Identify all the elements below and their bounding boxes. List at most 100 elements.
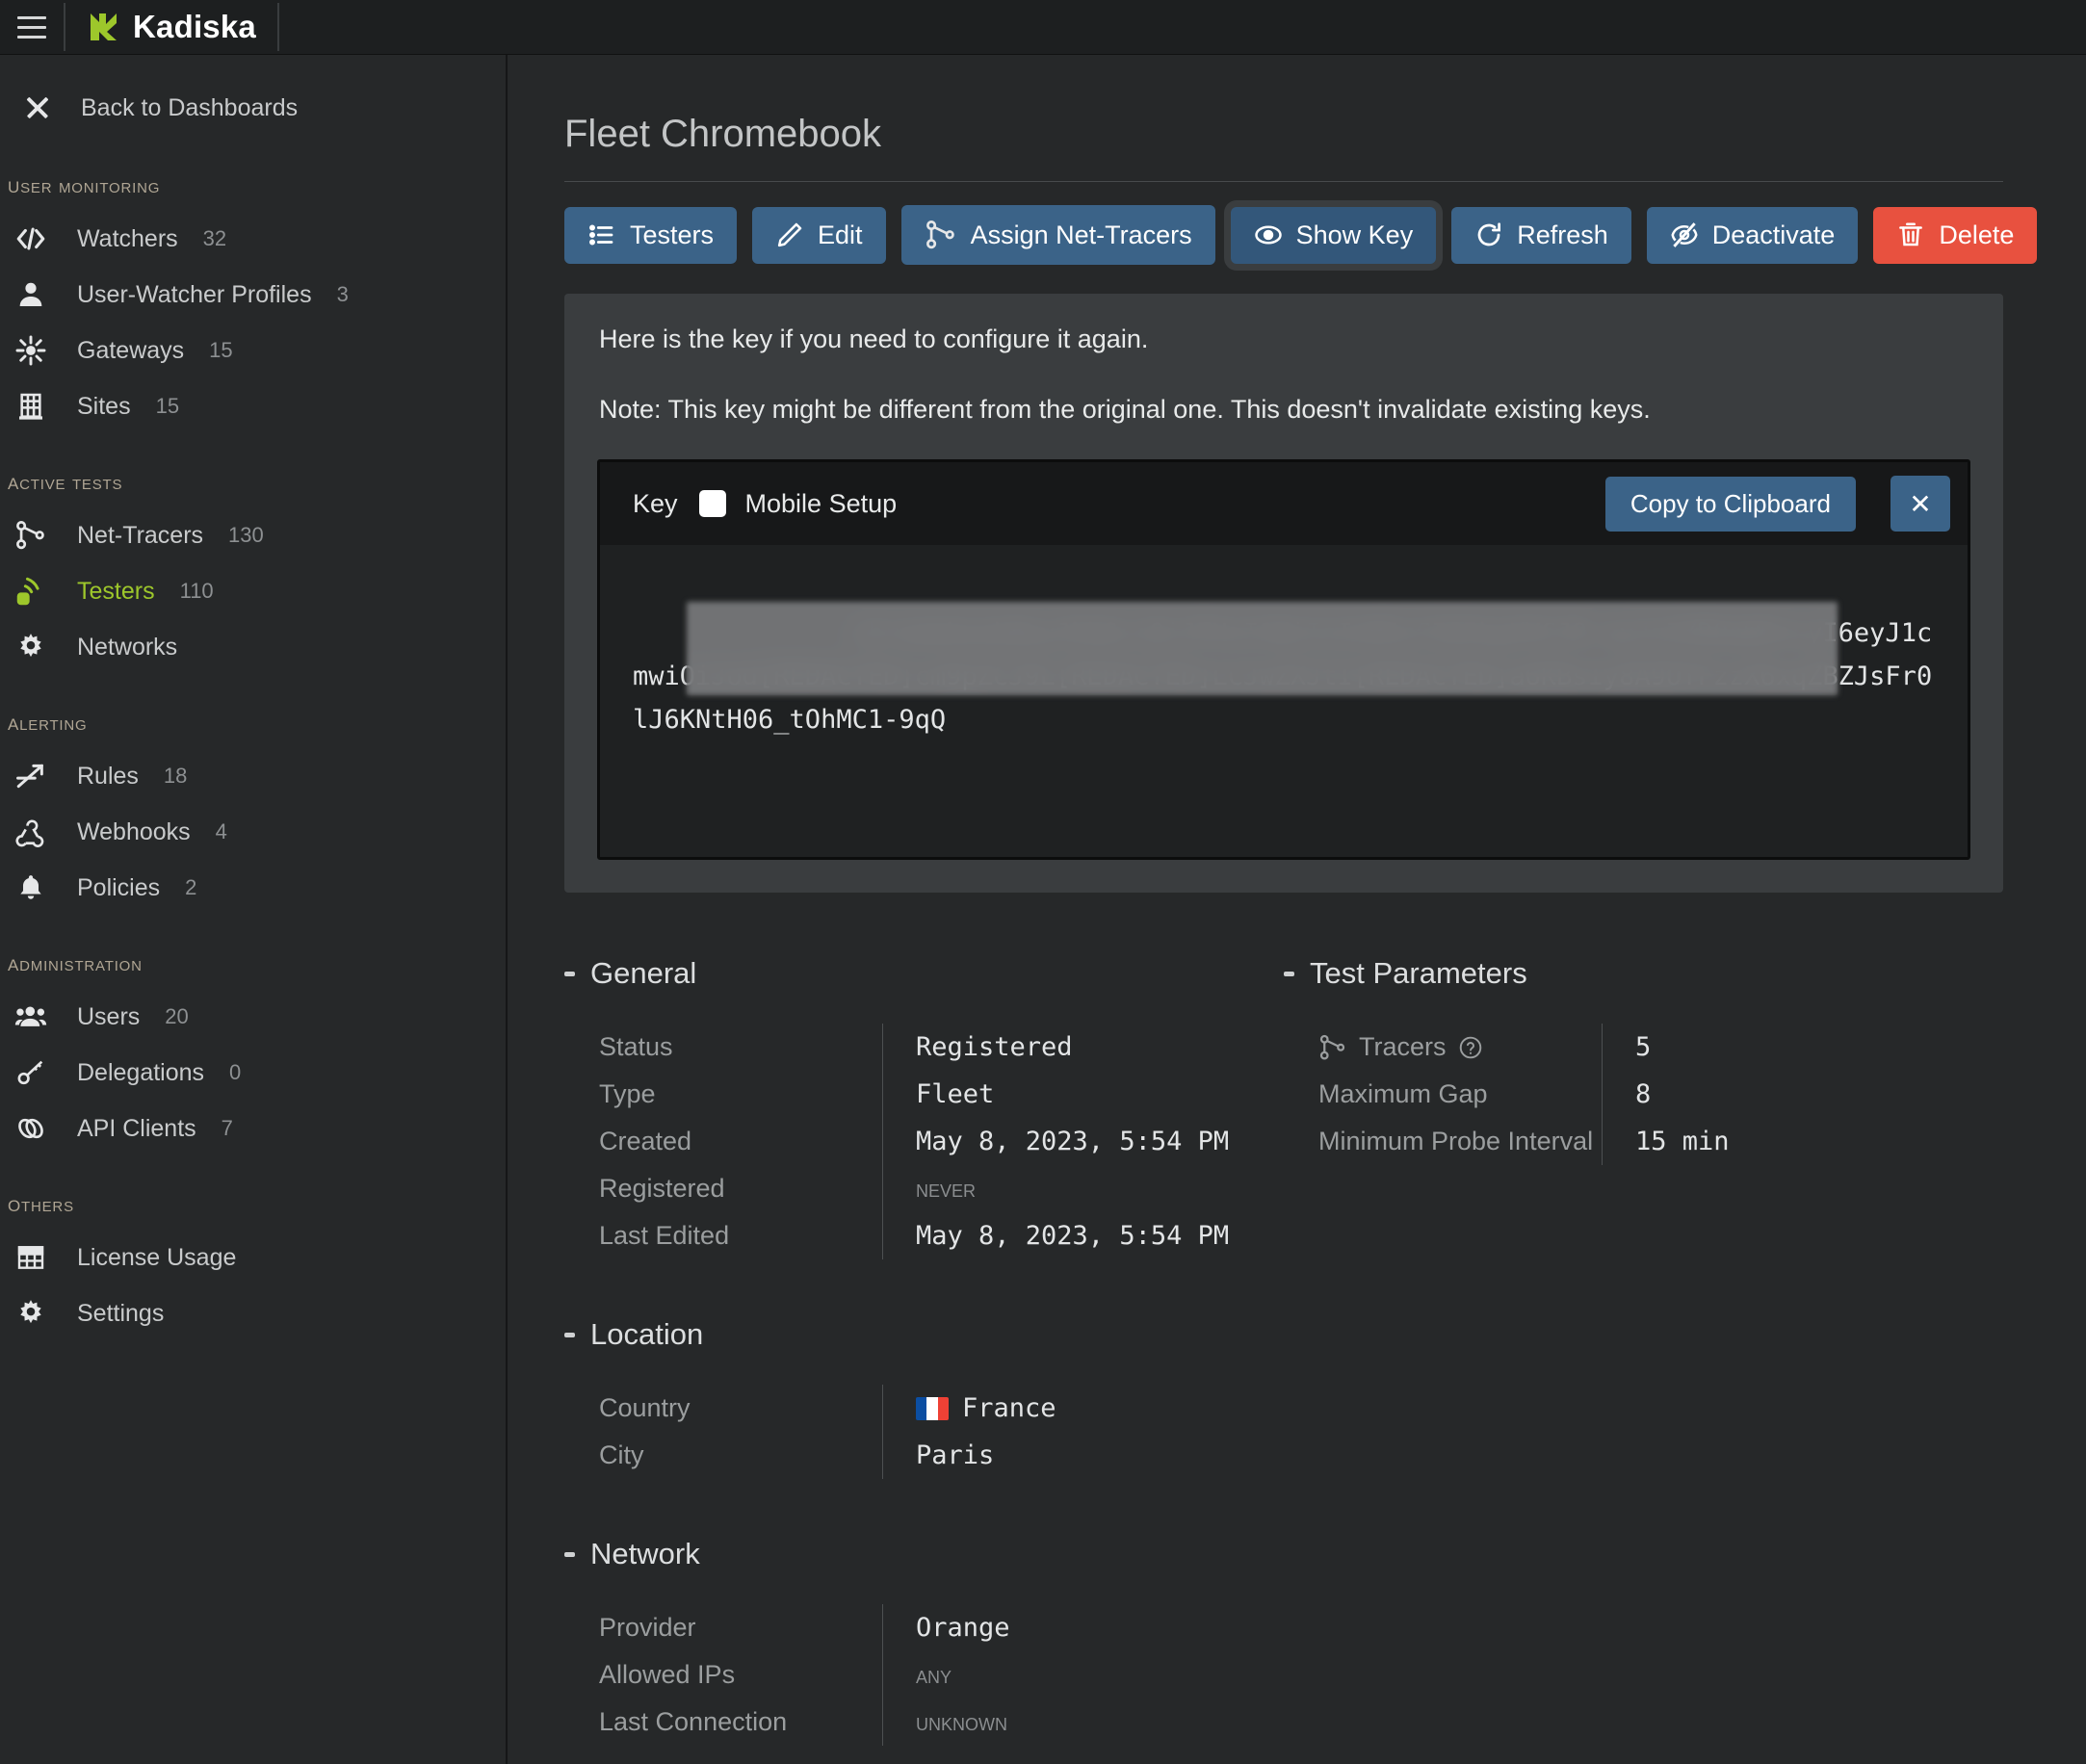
delete-button[interactable]: Delete <box>1873 206 2038 264</box>
sidebar-item-count: 15 <box>155 394 180 418</box>
field-label: Created <box>564 1118 882 1165</box>
webhook-icon <box>10 815 52 849</box>
field-value: Any <box>883 1651 1284 1699</box>
field-value: Orange <box>883 1604 1284 1651</box>
key-value-text[interactable]: chromebook#eyJhbGciOiJFUzI1NiIsInR5cCI6I… <box>600 545 1968 857</box>
collapse-icon[interactable] <box>564 1551 575 1557</box>
button-label: Deactivate <box>1711 220 1836 249</box>
testers-button[interactable]: Testers <box>564 206 738 264</box>
close-key-panel-button[interactable]: ✕ <box>1890 476 1950 532</box>
sidebar-item-label: Delegations <box>77 1058 205 1086</box>
redaction-overlay <box>687 602 1838 695</box>
mobile-setup-toggle[interactable]: Mobile Setup <box>698 488 898 519</box>
key-label: Key <box>633 488 678 518</box>
sidebar-item-users[interactable]: Users 20 <box>0 989 506 1045</box>
hamburger-icon[interactable] <box>0 0 64 55</box>
button-label: Testers <box>630 220 715 249</box>
section-title: Network <box>590 1537 700 1570</box>
sidebar-item-user-watcher-profiles[interactable]: User-Watcher Profiles 3 <box>0 267 506 323</box>
sidebar-item-testers[interactable]: Testers 110 <box>0 563 506 619</box>
field-value-text: Orange <box>916 1613 1010 1643</box>
network-node-icon <box>10 518 52 553</box>
collapse-icon[interactable] <box>564 1332 575 1337</box>
sidebar-item-watchers[interactable]: Watchers 32 <box>0 211 506 267</box>
grid-icon <box>10 1240 52 1275</box>
field-label-text: Allowed IPs <box>599 1660 736 1689</box>
key-panel: Here is the key if you need to configure… <box>564 294 2003 893</box>
sidebar-item-count: 130 <box>228 523 264 547</box>
field-value-text: Registered <box>916 1032 1073 1062</box>
sidebar-nav: User Monitoring Watchers 32 User-Watcher Pr… <box>0 138 506 1341</box>
field-label-text: Last Edited <box>599 1221 730 1250</box>
details-left-column: General Status Registered Type Fleet Created… <box>564 927 1284 1746</box>
refresh-button[interactable]: Refresh <box>1451 206 1631 264</box>
sidebar-item-label: License Usage <box>77 1243 237 1271</box>
sidebar-item-delegations[interactable]: Delegations 0 <box>0 1045 506 1101</box>
back-to-dashboards[interactable]: Back to Dashboards <box>0 78 506 138</box>
network-node-icon <box>925 219 957 251</box>
sidebar-item-webhooks[interactable]: Webhooks 4 <box>0 804 506 860</box>
help-icon[interactable] <box>1458 1035 1483 1060</box>
france-flag-icon <box>916 1396 949 1420</box>
key-code-header: Key Mobile Setup Copy to Clipboard ✕ <box>600 462 1968 545</box>
sidebar-item-label: Gateways <box>77 336 185 364</box>
button-label: Delete <box>1939 220 2015 249</box>
field-label-text: Registered <box>599 1174 725 1203</box>
sidebar-item-count: 32 <box>202 226 227 250</box>
show-key-button[interactable]: Show Key <box>1230 206 1437 264</box>
sidebar-item-gateways[interactable]: Gateways 15 <box>0 323 506 378</box>
sidebar-item-settings[interactable]: Settings <box>0 1285 506 1341</box>
deactivate-button[interactable]: Deactivate <box>1646 206 1859 264</box>
field-label: Allowed IPs <box>564 1651 882 1699</box>
sidebar-section-title: User Monitoring <box>8 172 161 198</box>
field-label-text: Tracers <box>1359 1032 1447 1061</box>
body: Back to Dashboards User Monitoring Watche… <box>0 55 2086 1764</box>
sidebar-item-api-clients[interactable]: API Clients 7 <box>0 1101 506 1156</box>
field-value: Registered <box>883 1024 1284 1071</box>
divider <box>276 3 279 51</box>
key-message: Here is the key if you need to configure… <box>599 324 1149 353</box>
sidebar-item-sites[interactable]: Sites 15 <box>0 378 506 434</box>
field-value: Paris <box>883 1432 1284 1479</box>
sidebar-item-networks[interactable]: Networks <box>0 619 506 675</box>
field-label-text: Last Connection <box>599 1707 788 1736</box>
close-icon <box>21 91 54 124</box>
edit-button[interactable]: Edit <box>752 206 886 264</box>
mobile-setup-checkbox[interactable] <box>698 490 726 517</box>
copy-to-clipboard-button[interactable]: Copy to Clipboard <box>1604 476 1856 532</box>
button-label: Edit <box>818 220 863 249</box>
field-label: Last Edited <box>564 1212 882 1259</box>
field-label-text: Minimum Probe Interval <box>1318 1127 1594 1155</box>
sidebar-item-count: 20 <box>165 1004 189 1028</box>
section-title: General <box>590 956 697 990</box>
collapse-icon[interactable] <box>564 971 575 976</box>
sidebar-item-label: Users <box>77 1002 141 1030</box>
sidebar-item-policies[interactable]: Policies 2 <box>0 860 506 916</box>
sidebar-item-label: Rules <box>77 762 139 790</box>
sidebar-item-label: Policies <box>77 873 161 901</box>
sidebar-item-label: Testers <box>77 577 155 605</box>
field-label: Provider <box>564 1604 882 1651</box>
sidebar-item-license-usage[interactable]: License Usage <box>0 1230 506 1285</box>
mobile-setup-label: Mobile Setup <box>744 488 898 518</box>
eye-off-icon <box>1670 220 1699 249</box>
assign-net-tracers-button[interactable]: Assign Net-Tracers <box>900 205 1215 265</box>
network-table: Provider Orange Allowed IPs Any Last Connect… <box>564 1604 1284 1746</box>
bell-icon <box>10 870 52 905</box>
section-title: Location <box>590 1317 704 1351</box>
sidebar-section-title: Alerting <box>8 710 88 736</box>
field-label: Status <box>564 1024 882 1071</box>
brand[interactable]: Kadiska <box>65 0 277 55</box>
sidebar-item-net-tracers[interactable]: Net-Tracers 130 <box>0 507 506 563</box>
field-label: Minimum Probe Interval <box>1284 1118 1602 1165</box>
field-label: City <box>564 1432 882 1479</box>
key-icon <box>10 1055 52 1090</box>
sidebar-item-label: Networks <box>77 633 178 661</box>
brand-name: Kadiska <box>133 9 256 44</box>
page-title: Fleet Chromebook <box>564 113 882 155</box>
details-right-column: Test Parameters Tracers 5 Maximum Gap 8 Mini… <box>1284 927 2003 1746</box>
collapse-icon[interactable] <box>1284 971 1294 976</box>
field-label: Last Connection <box>564 1699 882 1746</box>
trend-arrow-icon <box>10 759 52 793</box>
sidebar-item-rules[interactable]: Rules 18 <box>0 748 506 804</box>
